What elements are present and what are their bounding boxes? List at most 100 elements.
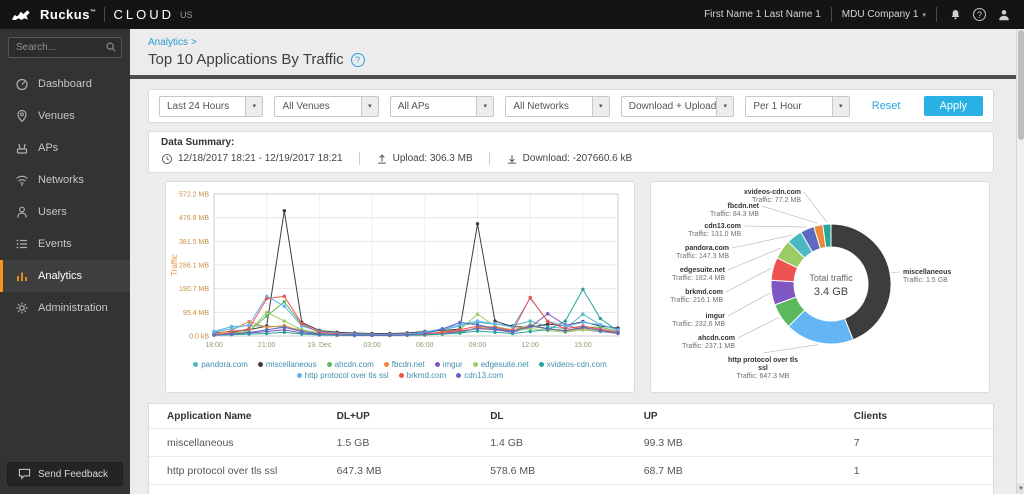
svg-text:imgur: imgur: [706, 313, 726, 320]
send-feedback-button[interactable]: Send Feedback: [7, 462, 123, 486]
svg-text:http protocol over tls: http protocol over tls: [728, 357, 798, 364]
sidebar-item-users[interactable]: Users: [0, 196, 130, 228]
dashboard-icon: [15, 77, 29, 91]
scrollbar-down-arrow[interactable]: ▼: [1017, 483, 1024, 494]
chevron-down-icon: ▾: [716, 97, 733, 116]
filter-time-range-select[interactable]: Last 24 Hours▾: [159, 96, 263, 117]
notifications-bell-icon[interactable]: [947, 7, 963, 23]
legend-label: edgesuite.net: [481, 360, 529, 369]
topbar-separator: [936, 7, 937, 22]
sidebar-item-label: Venues: [38, 110, 75, 122]
vertical-scrollbar[interactable]: ▼: [1016, 29, 1024, 494]
sidebar-item-dashboard[interactable]: Dashboard: [0, 68, 130, 100]
svg-text:15:00: 15:00: [574, 342, 592, 349]
breadcrumb-analytics-link[interactable]: Analytics: [148, 37, 188, 48]
filter-direction-select[interactable]: Download + Upload▾: [621, 96, 735, 117]
legend-item: cdn13.com: [456, 371, 503, 380]
column-header-dl-up: DL+UP: [337, 411, 491, 422]
legend-item: pandora.com: [193, 360, 248, 369]
download-icon: [506, 153, 518, 165]
page-help-icon[interactable]: ?: [351, 53, 365, 67]
filter-granularity-select[interactable]: Per 1 Hour▾: [745, 96, 849, 117]
sidebar-item-label: Networks: [38, 174, 84, 186]
svg-text:edgesuite.net: edgesuite.net: [680, 267, 726, 274]
sidebar-item-networks[interactable]: Networks: [0, 164, 130, 196]
svg-text:09:00: 09:00: [469, 342, 487, 349]
svg-text:95.4 MB: 95.4 MB: [183, 310, 209, 317]
svg-text:Traffic: 182.4 MB: Traffic: 182.4 MB: [672, 275, 725, 282]
legend-item: http protocol over tls ssl: [297, 371, 389, 380]
legend-dot: [456, 373, 461, 378]
company-name: MDU Company 1: [842, 9, 919, 20]
legend-item: xvideos-cdn.com: [539, 360, 607, 369]
legend-dot: [539, 362, 544, 367]
account-person-icon[interactable]: [996, 7, 1012, 23]
svg-text:miscellaneous: miscellaneous: [903, 269, 951, 276]
topbar-separator: [831, 7, 832, 22]
svg-text:572.2 MB: 572.2 MB: [179, 192, 209, 199]
clock-icon: [161, 153, 173, 165]
topbar-separator: [104, 7, 105, 22]
company-menu[interactable]: MDU Company 1▾: [842, 9, 926, 20]
svg-text:fbcdn.net: fbcdn.net: [728, 203, 760, 210]
svg-text:190.7 MB: 190.7 MB: [179, 286, 209, 293]
wifi-icon: [15, 173, 29, 187]
svg-text:06:00: 06:00: [416, 342, 434, 349]
cell-clients: 7: [854, 437, 975, 449]
cell-dl: 1.4 GB: [490, 437, 644, 449]
filter-direction-value: Download + Upload: [622, 101, 717, 112]
table-row: http protocol over tls ssl 647.3 MB 578.…: [149, 456, 993, 484]
legend-dot: [473, 362, 478, 367]
gear-icon: [15, 301, 29, 315]
send-feedback-label: Send Feedback: [38, 469, 108, 480]
cell-dl: 578.6 MB: [490, 465, 644, 477]
access-point-icon: [15, 141, 29, 155]
filter-networks-select[interactable]: All Networks▾: [505, 96, 609, 117]
sidebar-item-label: Users: [38, 206, 67, 218]
filter-venues-select[interactable]: All Venues▾: [274, 96, 378, 117]
column-header-application-name: Application Name: [167, 411, 337, 422]
svg-text:3.4 GB: 3.4 GB: [814, 286, 848, 298]
legend-dot: [297, 373, 302, 378]
legend-label: fbcdn.net: [392, 360, 425, 369]
legend-label: cdn13.com: [464, 371, 503, 380]
svg-text:19. Dec: 19. Dec: [307, 342, 332, 349]
upload-icon: [376, 153, 388, 165]
filter-aps-value: All APs: [391, 101, 430, 112]
svg-text:Traffic: 84.3 MB: Traffic: 84.3 MB: [710, 211, 759, 218]
ruckus-dog-logo-icon: [10, 7, 32, 23]
filter-aps-select[interactable]: All APs ▾: [390, 96, 494, 117]
sidebar-item-label: Administration: [38, 302, 108, 314]
legend-item: ahcdn.com: [327, 360, 374, 369]
user-name-menu[interactable]: First Name 1 Last Name 1: [704, 9, 821, 20]
svg-text:Traffic: 237.1 MB: Traffic: 237.1 MB: [682, 343, 735, 350]
page-title: Top 10 Applications By Traffic: [148, 51, 344, 68]
svg-text:Traffic: Traffic: [170, 254, 179, 276]
summary-separator: [359, 152, 360, 165]
sidebar-item-venues[interactable]: Venues: [0, 100, 130, 132]
summary-download: Download: -207660.6 kB: [506, 153, 633, 165]
sidebar: Dashboard Venues APs Networks Users Even…: [0, 29, 130, 494]
svg-text:286.1 MB: 286.1 MB: [179, 263, 209, 270]
scrollbar-thumb[interactable]: [1018, 30, 1024, 140]
sidebar-item-aps[interactable]: APs: [0, 132, 130, 164]
chevron-down-icon: ▾: [592, 97, 609, 116]
sidebar-item-events[interactable]: Events: [0, 228, 130, 260]
chevron-down-icon: ▾: [476, 97, 493, 116]
sidebar-item-analytics[interactable]: Analytics: [0, 260, 130, 292]
svg-text:pandora.com: pandora.com: [685, 245, 729, 252]
brand-area: Ruckus™ CLOUD US: [0, 7, 193, 23]
breadcrumb-separator: >: [191, 37, 197, 48]
apply-button[interactable]: Apply: [924, 96, 984, 116]
sidebar-search: [8, 37, 122, 58]
column-header-clients: Clients: [854, 411, 975, 422]
traffic-donut-chart-panel: miscellaneousTraffic: 1.5 GBhttp protoco…: [650, 181, 990, 393]
sidebar-item-administration[interactable]: Administration: [0, 292, 130, 324]
brand-name: Ruckus™: [40, 7, 96, 22]
applications-table: Application Name DL+UP DL UP Clients mis…: [148, 403, 994, 494]
help-icon[interactable]: ?: [973, 8, 986, 21]
cell-application-name: http protocol over tls ssl: [167, 465, 337, 477]
svg-text:xvideos-cdn.com: xvideos-cdn.com: [744, 189, 801, 196]
reset-button[interactable]: Reset: [872, 100, 901, 112]
filter-bar: Last 24 Hours▾ All Venues▾ All APs ▾ All …: [148, 89, 994, 123]
